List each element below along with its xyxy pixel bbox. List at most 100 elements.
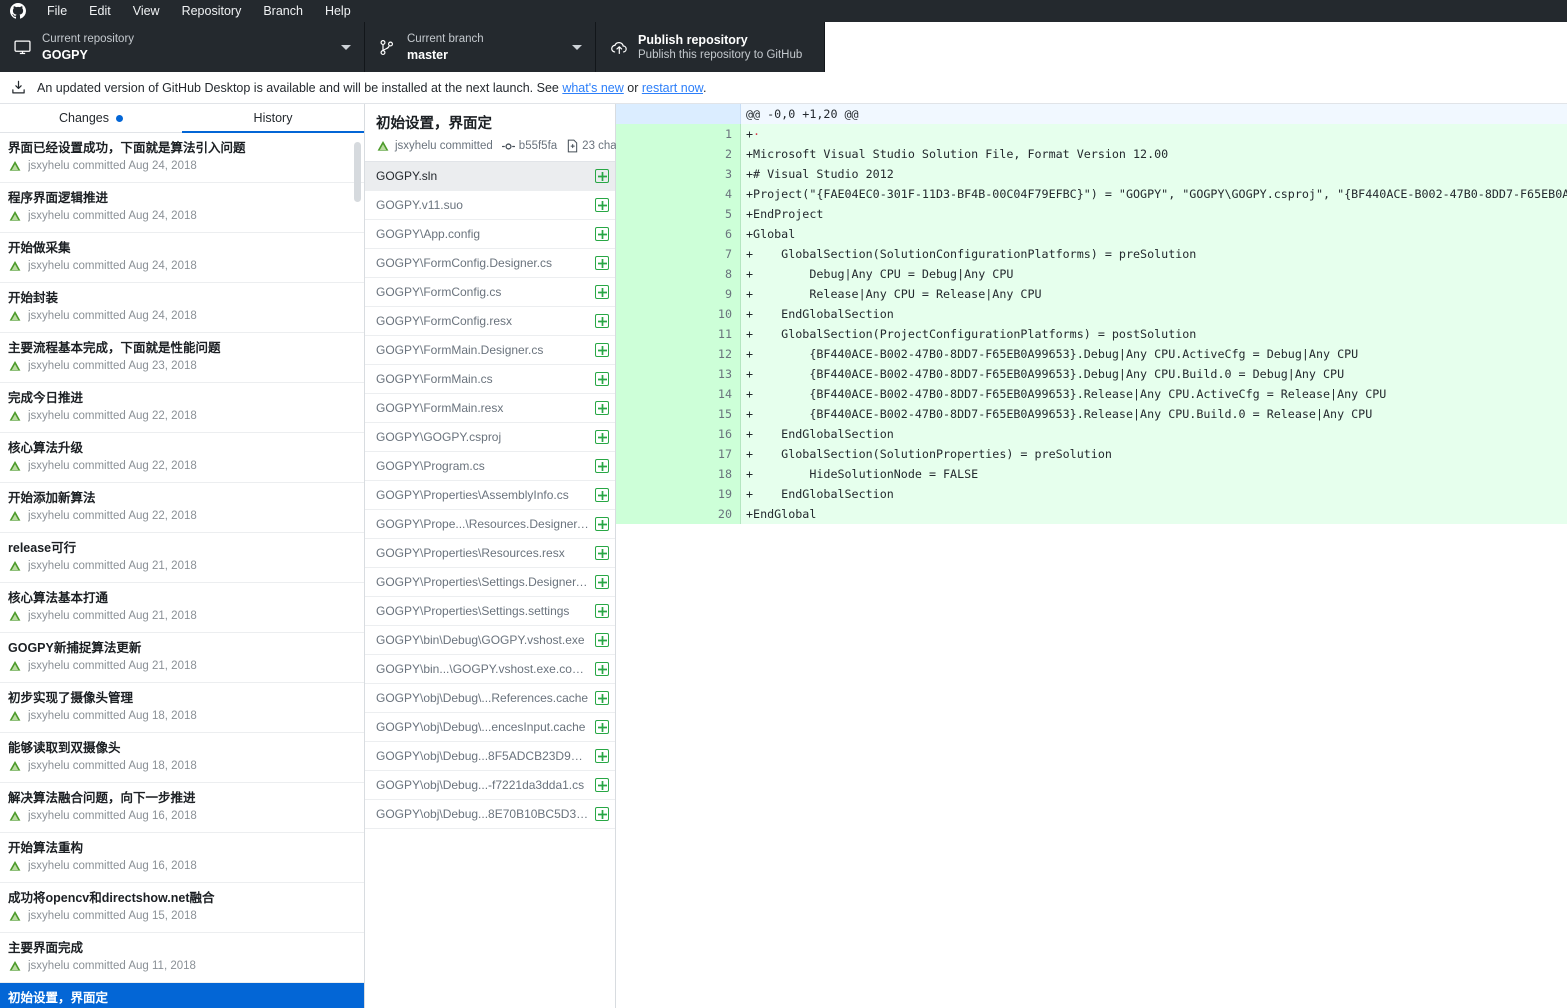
commit-list-item[interactable]: 初步实现了摄像头管理jsxyhelu committed Aug 18, 201… (0, 683, 364, 733)
commit-title: 程序界面逻辑推进 (8, 189, 354, 207)
changed-file-row[interactable]: GOGPY\FormMain.resx (365, 394, 615, 423)
changed-file-name: GOGPY\bin...\GOGPY.vshost.exe.config (376, 662, 589, 676)
download-update-icon (11, 80, 37, 95)
diff-line-content: + GlobalSection(SolutionConfigurationPla… (746, 247, 1196, 261)
commit-list-item[interactable]: 开始封装jsxyhelu committed Aug 24, 2018 (0, 283, 364, 333)
commit-sha[interactable]: b55f5fa (502, 140, 557, 153)
commit-list-item[interactable]: 程序界面逻辑推进jsxyhelu committed Aug 24, 2018 (0, 183, 364, 233)
changed-file-row[interactable]: GOGPY\obj\Debug...-f7221da3dda1.cs (365, 771, 615, 800)
commit-list-item[interactable]: release可行jsxyhelu committed Aug 21, 2018 (0, 533, 364, 583)
tab-changes[interactable]: Changes (0, 104, 182, 132)
diff-gutter-new: 5 (676, 204, 741, 224)
trailing-whitespace-marker: · (753, 127, 760, 141)
changed-file-row[interactable]: GOGPY\FormConfig.Designer.cs (365, 249, 615, 278)
diff-line-text: + Debug|Any CPU = Debug|Any CPU (741, 264, 1567, 284)
menu-item-repository[interactable]: Repository (171, 0, 253, 22)
changed-file-row[interactable]: GOGPY\bin...\GOGPY.vshost.exe.config (365, 655, 615, 684)
menu-item-view[interactable]: View (122, 0, 171, 22)
commit-meta: jsxyhelu committed Aug 21, 2018 (8, 559, 354, 573)
whats-new-link[interactable]: what's new (562, 81, 623, 95)
commit-author-date: jsxyhelu committed Aug 24, 2018 (28, 309, 197, 323)
diff-gutter-new: 7 (676, 244, 741, 264)
commit-list-item[interactable]: 解决算法融合问题，向下一步推进jsxyhelu committed Aug 16… (0, 783, 364, 833)
cloud-upload-icon (610, 39, 638, 56)
diff-line-content: + EndGlobalSection (746, 427, 894, 441)
diff-line-added: 5+EndProject (616, 204, 1567, 224)
commit-list-item[interactable]: 主要流程基本完成，下面就是性能问题jsxyhelu committed Aug … (0, 333, 364, 383)
avatar (8, 609, 22, 623)
diff-line-text: + {BF440ACE-B002-47B0-8DD7-F65EB0A99653}… (741, 344, 1567, 364)
commit-list-item[interactable]: 核心算法升级jsxyhelu committed Aug 22, 2018 (0, 433, 364, 483)
commit-author-date: jsxyhelu committed Aug 16, 2018 (28, 809, 197, 823)
commit-list-item[interactable]: GOGPY新捕捉算法更新jsxyhelu committed Aug 21, 2… (0, 633, 364, 683)
commit-list-item[interactable]: 初始设置，界面定 (0, 983, 364, 1008)
restart-now-link[interactable]: restart now (642, 81, 703, 95)
changed-file-row[interactable]: GOGPY\FormConfig.cs (365, 278, 615, 307)
commit-list-item[interactable]: 界面已经设置成功，下面就是算法引入问题jsxyhelu committed Au… (0, 133, 364, 183)
diff-line-text: +Microsoft Visual Studio Solution File, … (741, 144, 1567, 164)
diff-gutter-new: 6 (676, 224, 741, 244)
diff-line-text: + GlobalSection(SolutionConfigurationPla… (741, 244, 1567, 264)
commit-list-item[interactable]: 主要界面完成jsxyhelu committed Aug 11, 2018 (0, 933, 364, 983)
menu-item-edit[interactable]: Edit (78, 0, 122, 22)
diff-line-text: +EndProject (741, 204, 1567, 224)
changed-file-name: GOGPY\bin\Debug\GOGPY.vshost.exe (376, 633, 589, 647)
commit-list-item[interactable]: 核心算法基本打通jsxyhelu committed Aug 21, 2018 (0, 583, 364, 633)
diff-gutter-old (616, 384, 676, 404)
changed-file-row[interactable]: GOGPY\Properties\AssemblyInfo.cs (365, 481, 615, 510)
diff-line-content: + {BF440ACE-B002-47B0-8DD7-F65EB0A99653}… (746, 387, 1386, 401)
commit-list-item[interactable]: 开始做采集jsxyhelu committed Aug 24, 2018 (0, 233, 364, 283)
changed-file-row[interactable]: GOGPY.sln (365, 162, 615, 191)
changed-file-row[interactable]: GOGPY\FormConfig.resx (365, 307, 615, 336)
file-added-icon (595, 401, 609, 415)
commit-author: jsxyhelu committed (395, 140, 493, 152)
diff-line-content: + Release|Any CPU = Release|Any CPU (746, 287, 1042, 301)
chevron-down-icon[interactable] (338, 45, 354, 50)
changed-file-row[interactable]: GOGPY\App.config (365, 220, 615, 249)
tab-history[interactable]: History (182, 104, 364, 132)
changed-file-row[interactable]: GOGPY\Properties\Settings.Designer.cs (365, 568, 615, 597)
commit-list-item[interactable]: 能够读取到双摄像头jsxyhelu committed Aug 18, 2018 (0, 733, 364, 783)
commit-list-item[interactable]: 开始添加新算法jsxyhelu committed Aug 22, 2018 (0, 483, 364, 533)
commit-author-date: jsxyhelu committed Aug 22, 2018 (28, 409, 197, 423)
changed-file-row[interactable]: GOGPY\GOGPY.csproj (365, 423, 615, 452)
commit-list[interactable]: 界面已经设置成功，下面就是算法引入问题jsxyhelu committed Au… (0, 133, 364, 1008)
current-repository-button[interactable]: Current repository GOGPY (0, 22, 365, 72)
commit-author-date: jsxyhelu committed Aug 18, 2018 (28, 709, 197, 723)
changed-file-row[interactable]: GOGPY\Prope...\Resources.Designer.cs (365, 510, 615, 539)
changed-file-row[interactable]: GOGPY\FormMain.Designer.cs (365, 336, 615, 365)
changed-file-row[interactable]: GOGPY\FormMain.cs (365, 365, 615, 394)
commit-list-item[interactable]: 成功将opencv和directshow.net融合jsxyhelu commi… (0, 883, 364, 933)
changed-file-row[interactable]: GOGPY\Properties\Resources.resx (365, 539, 615, 568)
diff-gutter-old (616, 204, 676, 224)
current-branch-button[interactable]: Current branch master (365, 22, 596, 72)
changed-file-name: GOGPY\obj\Debug...-f7221da3dda1.cs (376, 778, 589, 792)
changed-file-list[interactable]: GOGPY.slnGOGPY.v11.suoGOGPY\App.configGO… (365, 162, 615, 1008)
diff-viewer[interactable]: @@ -0,0 +1,20 @@1+·2+Microsoft Visual St… (616, 104, 1567, 1008)
changes-indicator-dot (116, 115, 123, 122)
sidebar-tabs: Changes History (0, 104, 364, 133)
commit-author-date: jsxyhelu committed Aug 15, 2018 (28, 909, 197, 923)
commit-list-item[interactable]: 开始算法重构jsxyhelu committed Aug 16, 2018 (0, 833, 364, 883)
avatar (8, 909, 22, 923)
commit-list-item[interactable]: 完成今日推进jsxyhelu committed Aug 22, 2018 (0, 383, 364, 433)
changed-file-row[interactable]: GOGPY\bin\Debug\GOGPY.vshost.exe (365, 626, 615, 655)
commit-meta: jsxyhelu committed Aug 21, 2018 (8, 609, 354, 623)
diff-line-text: + GlobalSection(ProjectConfigurationPlat… (741, 324, 1567, 344)
changed-file-row[interactable]: GOGPY\obj\Debug\...References.cache (365, 684, 615, 713)
chevron-down-icon[interactable] (569, 45, 585, 50)
changed-file-row[interactable]: GOGPY\obj\Debug...8F5ADCB23D92.cs (365, 742, 615, 771)
diff-line-text: + {BF440ACE-B002-47B0-8DD7-F65EB0A99653}… (741, 364, 1567, 384)
commit-list-scrollbar-thumb[interactable] (354, 142, 361, 202)
menu-item-file[interactable]: File (36, 0, 78, 22)
changed-file-row[interactable]: GOGPY\Properties\Settings.settings (365, 597, 615, 626)
changed-file-row[interactable]: GOGPY\Program.cs (365, 452, 615, 481)
avatar (8, 759, 22, 773)
menu-item-help[interactable]: Help (314, 0, 362, 22)
menu-item-branch[interactable]: Branch (252, 0, 314, 22)
changed-file-row[interactable]: GOGPY.v11.suo (365, 191, 615, 220)
publish-repository-button[interactable]: Publish repository Publish this reposito… (596, 22, 825, 72)
changed-file-row[interactable]: GOGPY\obj\Debug\...encesInput.cache (365, 713, 615, 742)
changed-file-row[interactable]: GOGPY\obj\Debug...8E70B10BC5D3.cs (365, 800, 615, 829)
diff-line-text: + GlobalSection(SolutionProperties) = pr… (741, 444, 1567, 464)
